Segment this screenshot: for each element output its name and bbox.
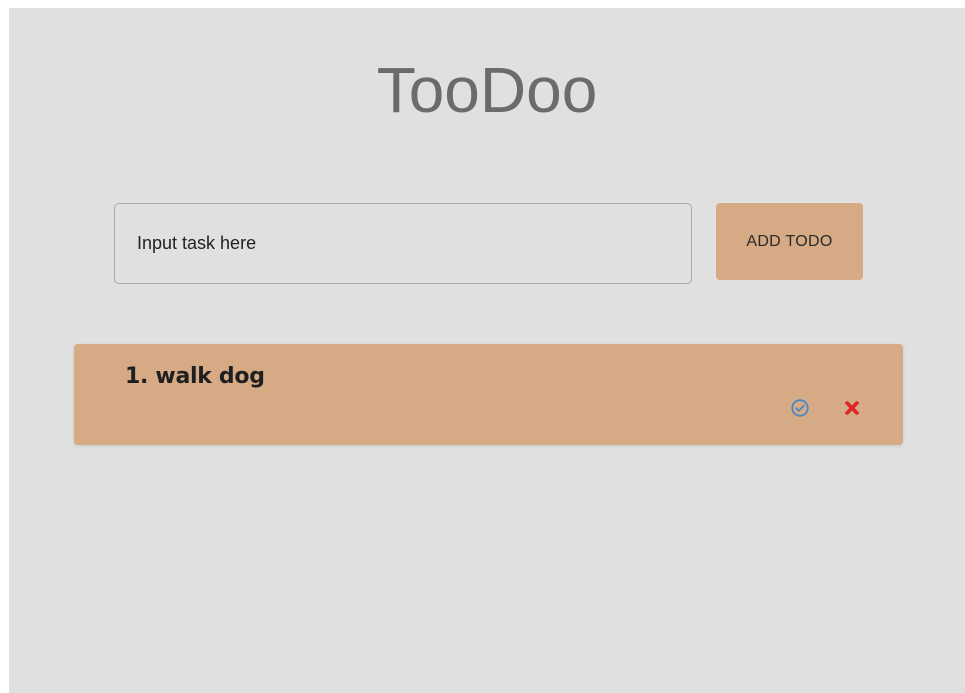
todo-list: 1. walk dog <box>74 344 903 445</box>
todo-text: 1. walk dog <box>125 364 265 389</box>
check-circle-icon <box>791 399 809 417</box>
complete-todo-button[interactable] <box>789 397 811 419</box>
task-input[interactable] <box>114 203 692 284</box>
app-container: TooDoo ADD TODO 1. walk dog <box>9 8 965 693</box>
todo-item: 1. walk dog <box>74 344 903 445</box>
add-todo-button[interactable]: ADD TODO <box>716 203 863 280</box>
delete-todo-button[interactable] <box>841 397 863 419</box>
close-icon <box>845 401 859 415</box>
todo-actions <box>789 397 863 419</box>
app-title: TooDoo <box>376 54 598 126</box>
